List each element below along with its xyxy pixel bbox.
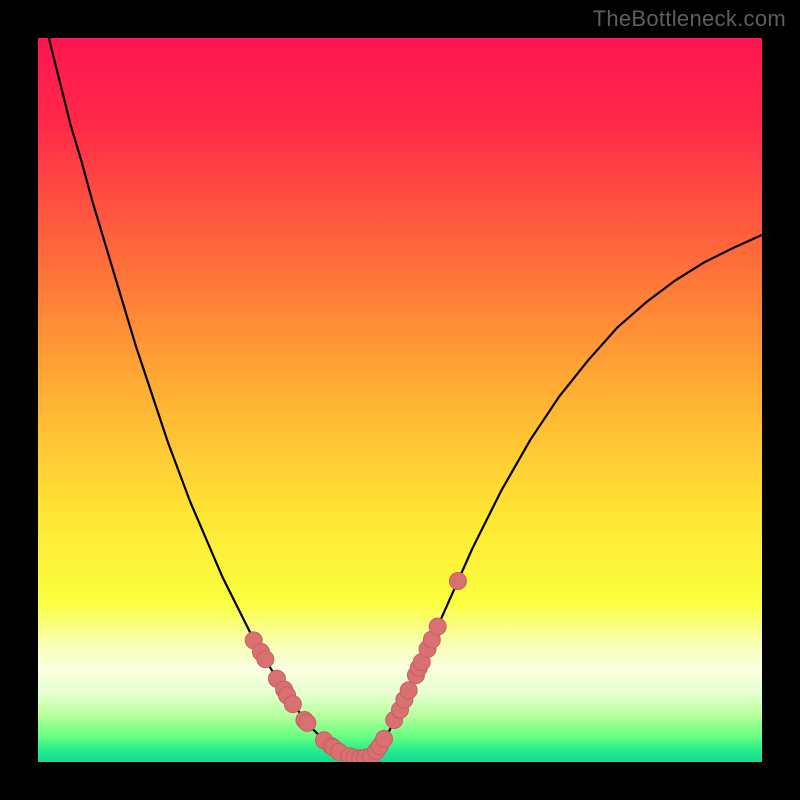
data-marker bbox=[376, 730, 393, 747]
data-marker bbox=[400, 682, 417, 699]
data-marker bbox=[284, 696, 301, 713]
chart-frame: TheBottleneck.com bbox=[0, 0, 800, 800]
data-marker bbox=[429, 618, 446, 635]
data-marker bbox=[449, 573, 466, 590]
gradient-background bbox=[38, 38, 762, 762]
data-marker bbox=[299, 714, 316, 731]
data-marker bbox=[257, 651, 274, 668]
chart-svg bbox=[38, 38, 762, 762]
watermark-text: TheBottleneck.com bbox=[593, 6, 786, 32]
plot-area bbox=[38, 38, 762, 762]
